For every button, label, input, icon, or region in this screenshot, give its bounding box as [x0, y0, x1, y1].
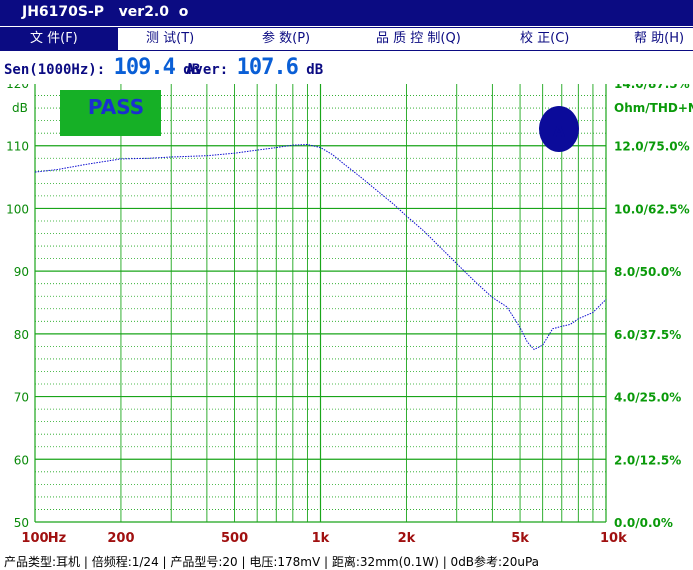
x-tick-label: 200 — [107, 531, 134, 546]
average-label: Aver: — [186, 62, 229, 78]
y-left-tick-label: 100 — [6, 202, 29, 216]
y-right-axis-label: Ohm/THD+N — [614, 101, 693, 115]
menu-params[interactable]: 参 数(P) — [262, 28, 310, 50]
x-tick-label: 10k — [600, 531, 627, 546]
average-value: 107.6 — [236, 55, 299, 80]
y-left-tick-label: 50 — [14, 516, 29, 530]
y-right-tick-label: 8.0/50.0% — [614, 265, 681, 279]
y-right-tick-label: 2.0/12.5% — [614, 453, 681, 467]
x-tick-label: 100 — [21, 531, 48, 546]
window-title: JH6170S-P ver2.0 o — [22, 4, 189, 20]
y-right-tick-label: 12.0/75.0% — [614, 140, 690, 154]
chart-grid — [34, 84, 607, 523]
x-tick-label: 1k — [312, 531, 330, 546]
y-right-tick-label: 0.0/0.0% — [614, 516, 673, 530]
y-right-tick-label: 10.0/62.5% — [614, 202, 690, 216]
average-unit: dB — [306, 62, 324, 78]
x-tick-label: Hz — [48, 531, 66, 546]
sensitivity-readout: Sen(1000Hz): 109.4 dB — [4, 55, 200, 80]
chart-axes: 120 110 100 90 80 70 60 50 dB 14.0/87.5% 12.0/75.0… — [6, 84, 693, 546]
y-right-tick-label: 14.0/87.5% — [614, 84, 690, 91]
title-bar: JH6170S-P ver2.0 o — [0, 0, 693, 26]
y-left-tick-label: 110 — [6, 140, 29, 154]
y-right-tick-label: 4.0/25.0% — [614, 391, 681, 405]
y-left-tick-label: 60 — [14, 453, 29, 467]
x-tick-label: 500 — [221, 531, 248, 546]
y-left-axis-label: dB — [12, 101, 28, 115]
pass-badge-label: PASS — [88, 95, 144, 119]
x-tick-label: 2k — [398, 531, 416, 546]
y-right-tick-label: 6.0/37.5% — [614, 328, 681, 342]
status-footer: 产品类型:耳机 | 倍频程:1/24 | 产品型号:20 | 电压:178mV … — [4, 555, 540, 569]
x-tick-label: 5k — [511, 531, 529, 546]
menu-test[interactable]: 测 试(T) — [146, 28, 194, 50]
frequency-response-chart: 120 110 100 90 80 70 60 50 dB 14.0/87.5% 12.0/75.0… — [6, 84, 693, 546]
menu-file[interactable]: 文 件(F) — [0, 28, 118, 50]
sensitivity-value: 109.4 — [113, 55, 176, 80]
y-left-tick-label: 120 — [6, 84, 29, 91]
menu-help[interactable]: 帮 助(H) — [634, 28, 684, 50]
menu-calibrate[interactable]: 校 正(C) — [520, 28, 569, 50]
y-left-tick-label: 80 — [14, 328, 29, 342]
y-left-tick-label: 90 — [14, 265, 29, 279]
menu-bar: 文 件(F) 测 试(T) 参 数(P) 品 质 控 制(Q) 校 正(C) 帮… — [0, 27, 693, 51]
average-readout: Aver: 107.6 dB — [186, 55, 324, 80]
marker-a-label: A — [553, 122, 566, 141]
y-left-tick-label: 70 — [14, 391, 29, 405]
menu-quality-control[interactable]: 品 质 控 制(Q) — [376, 28, 461, 50]
sensitivity-label: Sen(1000Hz): — [4, 62, 106, 78]
